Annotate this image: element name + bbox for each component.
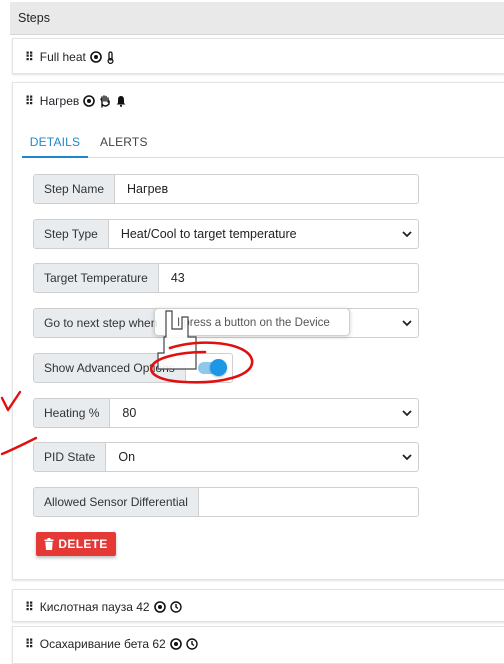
sensor-differential-input[interactable] (199, 488, 418, 516)
steps-title: Steps (18, 11, 50, 25)
bell-icon (115, 95, 127, 107)
next-step-label: Go to next step when (34, 309, 169, 337)
step-name: Осахаривание бета 62 (39, 636, 166, 651)
chevron-down-icon (402, 410, 412, 417)
pid-state-value: On (118, 450, 136, 464)
chevron-down-icon (402, 231, 412, 238)
target-icon (90, 51, 102, 63)
target-icon (83, 95, 96, 107)
target-icon (153, 600, 166, 613)
step-type-label: Step Type (34, 220, 109, 248)
sensor-differential-label: Allowed Sensor Differential (34, 488, 199, 516)
step-full-heat[interactable]: ⠿ Full heat (12, 38, 504, 74)
hand-icon (99, 94, 111, 108)
delete-button[interactable]: DELETE (36, 532, 116, 556)
drag-handle-icon[interactable]: ⠿ (25, 94, 34, 108)
hand-cursor-icon (157, 310, 197, 370)
step-kislotnaya-pauza[interactable]: ⠿ Кислотная пауза 42 (12, 589, 504, 622)
step-name-input[interactable]: Нагрев (115, 175, 418, 203)
heating-field: Heating % 80 (33, 398, 419, 428)
drag-handle-icon[interactable]: ⠿ (25, 600, 34, 614)
pid-state-select[interactable]: On (106, 443, 418, 471)
detail-tabs: DETAILS ALERTS (22, 126, 504, 158)
trash-icon (44, 538, 54, 550)
step-osaharivanie-beta[interactable]: ⠿ Осахаривание бета 62 (12, 626, 504, 664)
target-temperature-field: Target Temperature 43 (33, 263, 419, 293)
step-type-select[interactable]: Heat/Cool to target temperature (109, 220, 418, 248)
step-type-value: Heat/Cool to target temperature (120, 227, 297, 241)
heating-label: Heating % (34, 399, 111, 427)
sensor-differential-field: Allowed Sensor Differential (33, 487, 419, 517)
target-temperature-input[interactable]: 43 (159, 264, 418, 292)
pid-state-label: PID State (34, 443, 107, 471)
chevron-down-icon (402, 320, 412, 327)
chevron-down-icon (402, 454, 412, 461)
clock-icon (186, 637, 198, 650)
step-name: Кислотная пауза 42 (39, 599, 150, 614)
toggle-knob[interactable] (209, 359, 227, 376)
target-temperature-label: Target Temperature (34, 264, 159, 292)
step-name: Нагрев (39, 94, 80, 108)
advanced-options-toggle[interactable] (197, 359, 227, 376)
drag-handle-icon[interactable]: ⠿ (25, 50, 34, 64)
pid-state-field: PID State On (33, 442, 419, 472)
delete-label: DELETE (58, 537, 108, 551)
tooltip-text: I press a button on the Device (177, 317, 330, 329)
drag-handle-icon[interactable]: ⠿ (25, 637, 34, 651)
clock-icon (169, 600, 182, 613)
step-type-field: Step Type Heat/Cool to target temperatur… (33, 219, 419, 249)
advanced-options-field: Show Advanced Options (33, 353, 233, 383)
heating-value: 80 (122, 406, 137, 420)
steps-header: Steps (10, 2, 504, 35)
target-icon (169, 637, 182, 650)
step-name-label: Step Name (34, 175, 116, 203)
step-name-field: Step Name Нагрев (33, 174, 419, 204)
heating-select[interactable]: 80 (110, 399, 418, 427)
step-name: Full heat (39, 50, 86, 64)
tab-alerts[interactable]: ALERTS (100, 126, 148, 158)
tab-details[interactable]: DETAILS (22, 126, 88, 158)
thermometer-icon (106, 50, 115, 64)
